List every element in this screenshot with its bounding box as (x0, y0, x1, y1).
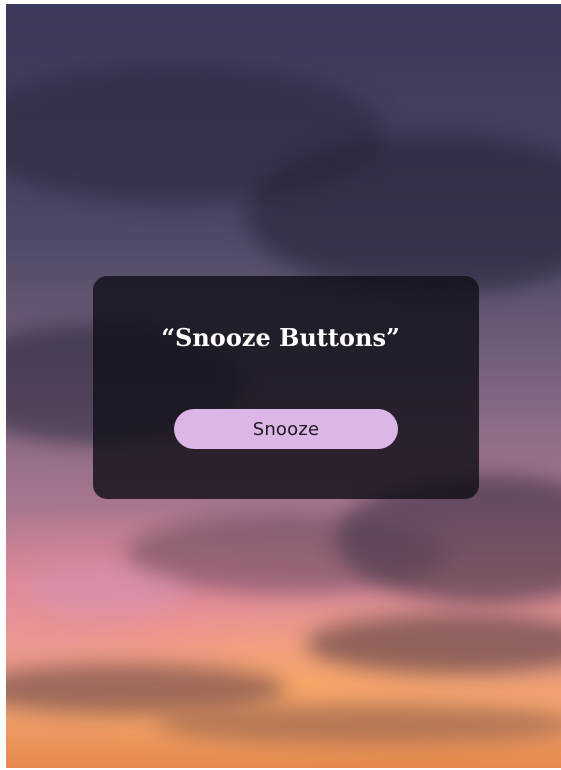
cloud-shape (156, 704, 561, 744)
screen: “Snooze Buttons” Snooze (0, 0, 561, 770)
cloud-shape (306, 614, 561, 674)
snooze-dialog-card (93, 276, 479, 499)
dialog-title: “Snooze Buttons” (161, 323, 400, 352)
snooze-button[interactable]: Snooze (174, 409, 398, 449)
cloud-shape (6, 664, 286, 714)
cloud-shape (26, 564, 186, 614)
